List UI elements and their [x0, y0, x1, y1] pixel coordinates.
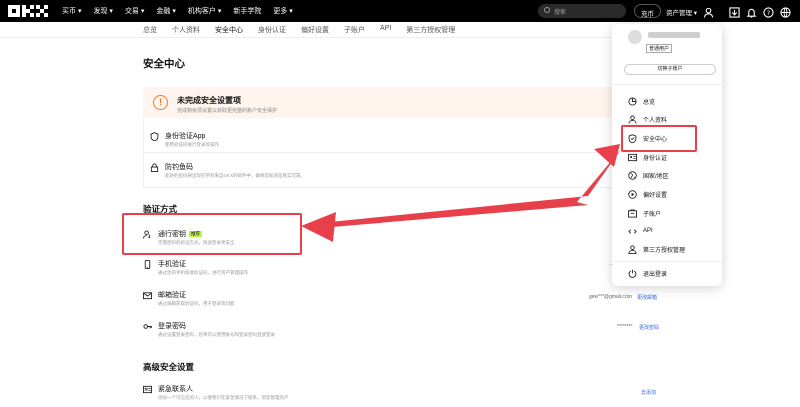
nav-academy[interactable]: 新手学院: [233, 6, 261, 16]
tab-subaccount[interactable]: 子账户: [344, 22, 365, 38]
search-placeholder: 搜索: [554, 10, 567, 16]
id-card-icon: [628, 153, 637, 162]
menu-item-profile[interactable]: 个人资料: [628, 113, 667, 125]
tab-profile[interactable]: 个人资料: [172, 22, 200, 38]
password-value: ********: [617, 324, 633, 330]
power-icon: [628, 269, 637, 278]
menu-item-label: 偏好设置: [643, 192, 668, 199]
menu-divider: [612, 84, 722, 85]
contact-card-icon: [143, 385, 152, 394]
subaccount-icon: [628, 209, 637, 218]
item-title: 身份验证App: [165, 133, 206, 140]
nav-finance[interactable]: 金融 ▾: [156, 6, 175, 16]
page-title: 安全中心: [143, 58, 185, 70]
item-desc: 使用验证码进行登录等操作: [165, 142, 219, 147]
user-level-tag: 普通用户: [646, 44, 673, 53]
nav-institutional[interactable]: 机构客户 ▾: [188, 6, 221, 16]
play-circle-icon: [628, 189, 637, 199]
authorization-icon: [628, 244, 637, 254]
key-icon: [143, 322, 152, 331]
tab-preferences[interactable]: 偏好设置: [301, 22, 329, 38]
menu-item-label: 退出登录: [643, 271, 668, 278]
tab-verification[interactable]: 身份认证: [258, 22, 286, 38]
security-menu-highlight-box: [621, 125, 697, 152]
switch-subaccount-button[interactable]: 切换子账户: [624, 64, 716, 75]
item-title: 登录密码: [158, 323, 186, 330]
search-icon: [544, 7, 550, 13]
tabs-divider: [0, 37, 610, 38]
person-icon: [628, 114, 637, 124]
warning-banner: ! 未完成安全设置项 完成剩余项设置以获取更完整的账户安全保护: [143, 87, 663, 118]
svg-text:?: ?: [767, 9, 770, 17]
advanced-heading: 高级安全设置: [143, 362, 195, 372]
item-title: 紧急联系人: [158, 386, 193, 393]
item-desc: 通过邮箱获取验证码，用于登录等功能: [158, 301, 235, 306]
bell-icon[interactable]: [746, 5, 757, 18]
item-desc: 此防钓鱼码将出现在所有来自OKX的邮件中，确保您知道是真实可靠。: [165, 173, 306, 178]
nav-discover[interactable]: 发现 ▾: [93, 6, 112, 16]
menu-item-label: 总览: [643, 99, 656, 106]
account-dropdown-menu: 普通用户 切换子账户 总览 个人资料 安全中心 身份认证 国家/地区 偏好设置 …: [612, 24, 722, 286]
warning-desc: 完成剩余项设置以获取更完整的账户安全保护: [177, 108, 278, 114]
user-icon[interactable]: [703, 5, 714, 18]
help-icon[interactable]: ?: [763, 5, 774, 18]
phone-icon: [143, 260, 152, 269]
menu-item-label: 个人资料: [643, 117, 668, 124]
main-nav: 买币 ▾ 发现 ▾ 交易 ▾ 金融 ▾ 机构客户 ▾ 新手学院 更多 ▾: [62, 6, 293, 16]
menu-item-overview[interactable]: 总览: [628, 95, 655, 107]
warning-icon: !: [153, 95, 168, 110]
overview-icon: [628, 96, 637, 106]
change-email-link[interactable]: 更改邮箱: [637, 294, 657, 301]
avatar: [628, 30, 642, 44]
item-title: 手机验证: [158, 261, 186, 268]
menu-item-verification[interactable]: 身份认证: [628, 151, 667, 163]
item-desc: 通过设置登录密码，您将可以使用账号和登录密码直接登录: [158, 332, 275, 337]
tab-third-party[interactable]: 第三方授权管理: [406, 22, 455, 38]
item-desc: 添加一个可信任的人，以便我们在紧急情况下联系，帮您管理资产: [158, 395, 289, 400]
shield-icon: [150, 132, 159, 142]
divider: [143, 152, 663, 153]
nav-trade[interactable]: 交易 ▾: [125, 6, 144, 16]
menu-item-third-party[interactable]: 第三方授权管理: [628, 243, 685, 255]
item-title: 防钓鱼码: [165, 164, 193, 171]
mail-icon: [143, 291, 152, 300]
menu-item-subaccount[interactable]: 子账户: [628, 207, 661, 219]
item-title: 邮箱验证: [158, 292, 186, 299]
menu-item-preferences[interactable]: 偏好设置: [628, 188, 667, 200]
globe-icon[interactable]: [780, 5, 791, 18]
top-navbar: 买币 ▾ 发现 ▾ 交易 ▾ 金融 ▾ 机构客户 ▾ 新手学院 更多 ▾ 搜索 …: [0, 0, 800, 22]
warning-title: 未完成安全设置项: [177, 96, 241, 105]
item-desc: 通过您的手机接收验证码，进行资产管理操作: [158, 270, 248, 275]
okx-logo[interactable]: [8, 5, 48, 17]
menu-item-label: 身份认证: [643, 155, 668, 162]
tab-api[interactable]: API: [380, 22, 391, 38]
search-input[interactable]: 搜索: [538, 4, 626, 18]
menu-item-label: API: [643, 228, 653, 234]
menu-item-logout[interactable]: 退出登录: [628, 267, 667, 279]
deposit-button[interactable]: 充币: [634, 4, 661, 18]
menu-item-region[interactable]: 国家/地区: [628, 169, 669, 181]
lock-code-icon: [150, 163, 159, 172]
add-contact-link[interactable]: 去添加: [641, 389, 656, 396]
change-password-link[interactable]: 更改密码: [639, 324, 659, 331]
nav-buy[interactable]: 买币 ▾: [62, 6, 81, 16]
username-masked: [648, 32, 700, 38]
api-icon: [628, 227, 637, 236]
account-tabs: 总览 个人资料 安全中心 身份认证 偏好设置 子账户 API 第三方授权管理: [143, 22, 455, 38]
menu-item-label: 子账户: [643, 211, 662, 218]
arrow-to-passkey: [301, 212, 336, 242]
email-value: gew***@gmail.com: [589, 294, 632, 300]
passkey-highlight-box: [122, 213, 302, 255]
nav-more[interactable]: 更多 ▾: [273, 6, 292, 16]
menu-item-label: 第三方授权管理: [643, 247, 686, 254]
download-icon[interactable]: [729, 5, 740, 18]
menu-item-api[interactable]: API: [628, 225, 653, 237]
globe-icon: [628, 170, 637, 180]
tab-security[interactable]: 安全中心: [215, 22, 243, 38]
tab-overview[interactable]: 总览: [143, 22, 157, 38]
menu-item-label: 国家/地区: [643, 173, 669, 180]
menu-divider: [612, 261, 722, 262]
assets-menu-button[interactable]: 资产管理 ▾: [660, 4, 703, 18]
